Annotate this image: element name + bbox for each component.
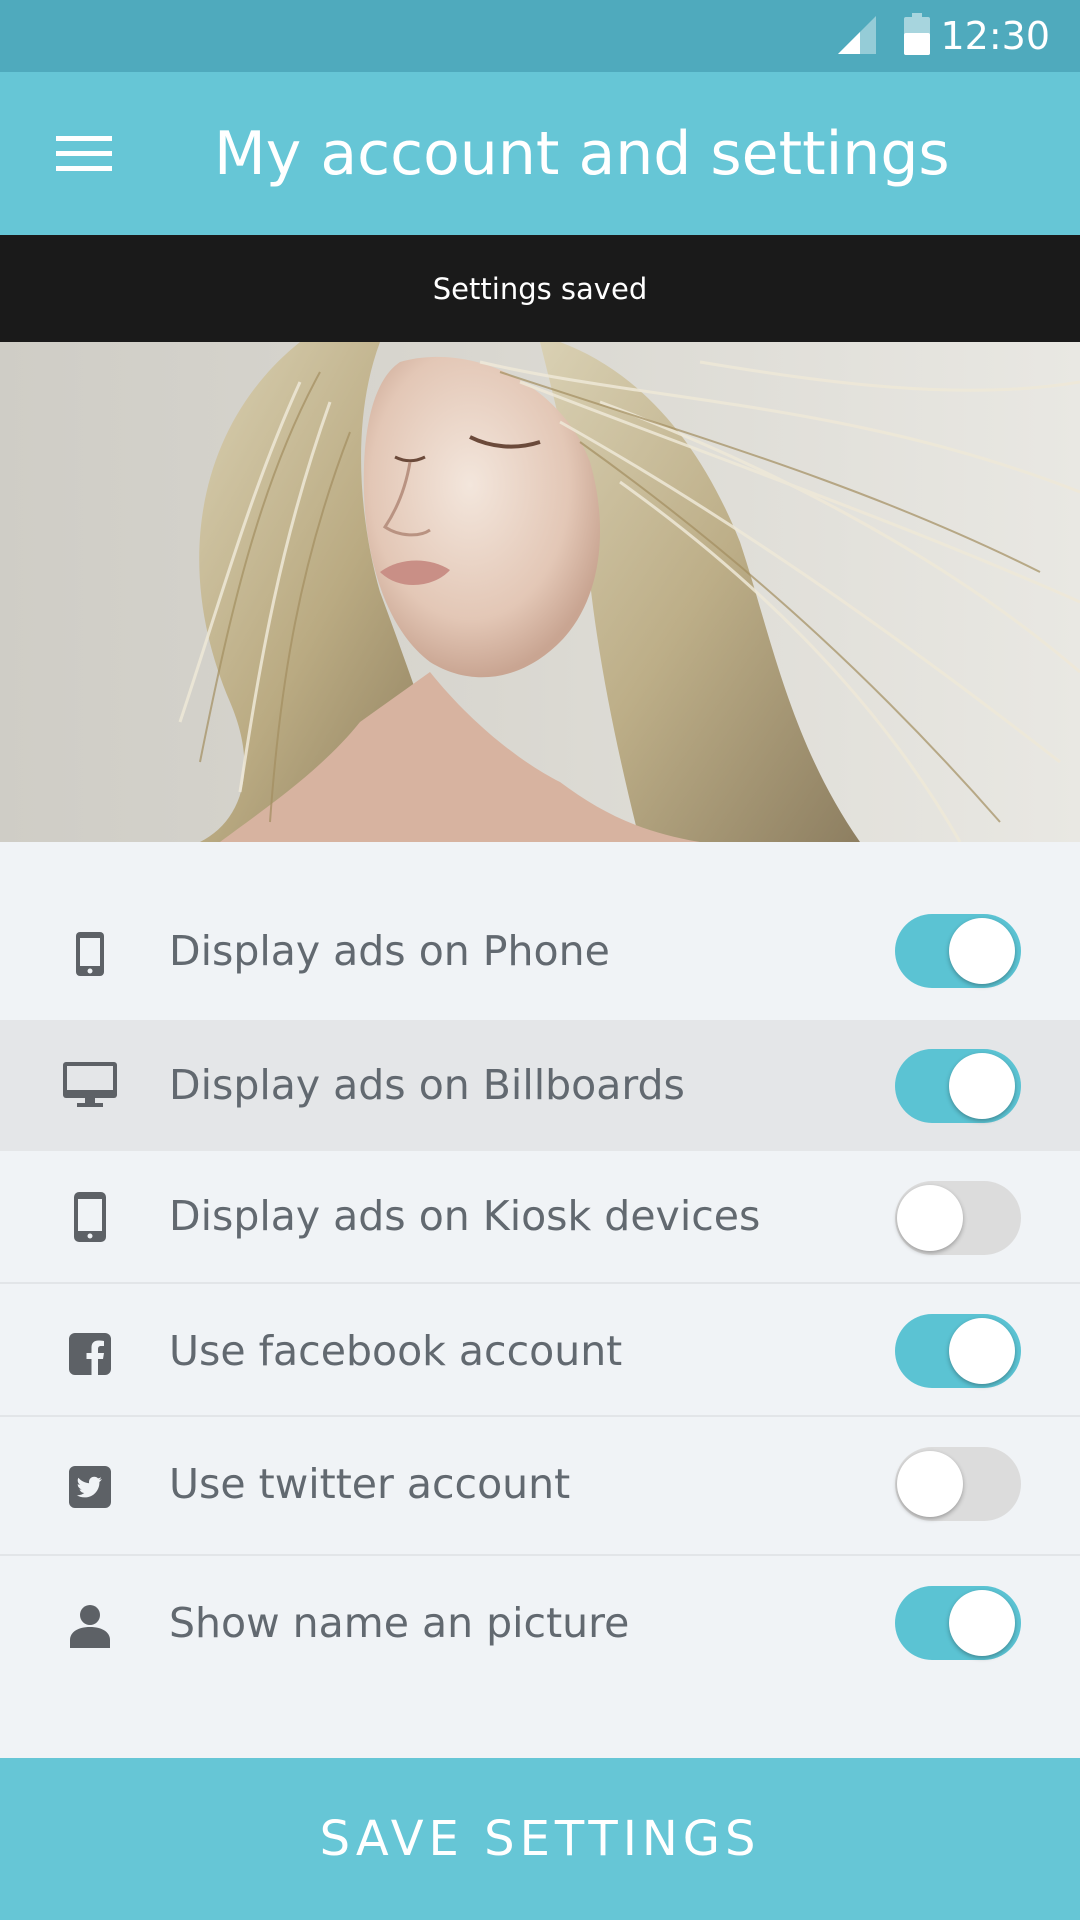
toggle-knob — [949, 1318, 1015, 1384]
cell-signal-icon — [838, 16, 876, 54]
toggle-switch-twitter[interactable] — [895, 1447, 1021, 1521]
toggle-knob — [949, 1590, 1015, 1656]
setting-row-phone-ads[interactable]: Display ads on Phone — [0, 842, 1080, 1020]
toggle-knob — [949, 918, 1015, 984]
setting-row-kiosk-ads[interactable]: Display ads on Kiosk devices — [0, 1151, 1080, 1284]
status-time: 12:30 — [940, 14, 1050, 58]
toggle-switch-kiosk-ads[interactable] — [895, 1181, 1021, 1255]
snackbar: Settings saved — [0, 235, 1080, 342]
setting-label: Show name an picture — [169, 1599, 630, 1647]
monitor-icon — [63, 1062, 117, 1107]
setting-row-twitter[interactable]: Use twitter account — [0, 1417, 1080, 1556]
facebook-icon-holder — [58, 1322, 122, 1386]
smartphone-icon-holder — [58, 922, 122, 986]
setting-label: Display ads on Phone — [169, 927, 610, 975]
smartphone-icon — [76, 932, 104, 976]
woman-portrait-photo — [0, 342, 1080, 842]
settings-list: Display ads on Phone Display ads on Bill… — [0, 842, 1080, 1758]
toggle-switch-show-name-picture[interactable] — [895, 1586, 1021, 1660]
toggle-knob — [949, 1053, 1015, 1119]
twitter-icon — [69, 1466, 111, 1508]
battery-icon — [904, 13, 930, 55]
setting-row-billboard-ads[interactable]: Display ads on Billboards — [0, 1020, 1080, 1151]
hero-image — [0, 342, 1080, 842]
user-icon — [70, 1605, 110, 1648]
toggle-switch-billboard-ads[interactable] — [895, 1049, 1021, 1123]
toggle-switch-phone-ads[interactable] — [895, 914, 1021, 988]
twitter-icon-holder — [58, 1455, 122, 1519]
menu-button[interactable] — [40, 110, 128, 198]
setting-label: Use facebook account — [169, 1327, 623, 1375]
save-settings-button[interactable]: SAVE SETTINGS — [0, 1758, 1080, 1920]
app-bar: My account and settings — [0, 72, 1080, 235]
toggle-knob — [897, 1185, 963, 1251]
toggle-knob — [897, 1451, 963, 1517]
kiosk-icon-holder — [58, 1185, 122, 1249]
setting-row-show-name-picture[interactable]: Show name an picture — [0, 1556, 1080, 1696]
kiosk-device-icon — [74, 1192, 106, 1242]
page-title: My account and settings — [214, 119, 950, 189]
hamburger-menu-icon — [56, 136, 112, 171]
setting-label: Display ads on Kiosk devices — [169, 1192, 761, 1240]
setting-row-facebook[interactable]: Use facebook account — [0, 1284, 1080, 1417]
status-bar: 12:30 — [0, 0, 1080, 72]
user-icon-holder — [58, 1594, 122, 1658]
toggle-switch-facebook[interactable] — [895, 1314, 1021, 1388]
facebook-icon — [69, 1333, 111, 1375]
setting-label: Display ads on Billboards — [169, 1061, 685, 1109]
snackbar-message: Settings saved — [432, 271, 648, 306]
monitor-icon-holder — [58, 1053, 122, 1117]
setting-label: Use twitter account — [169, 1460, 571, 1508]
